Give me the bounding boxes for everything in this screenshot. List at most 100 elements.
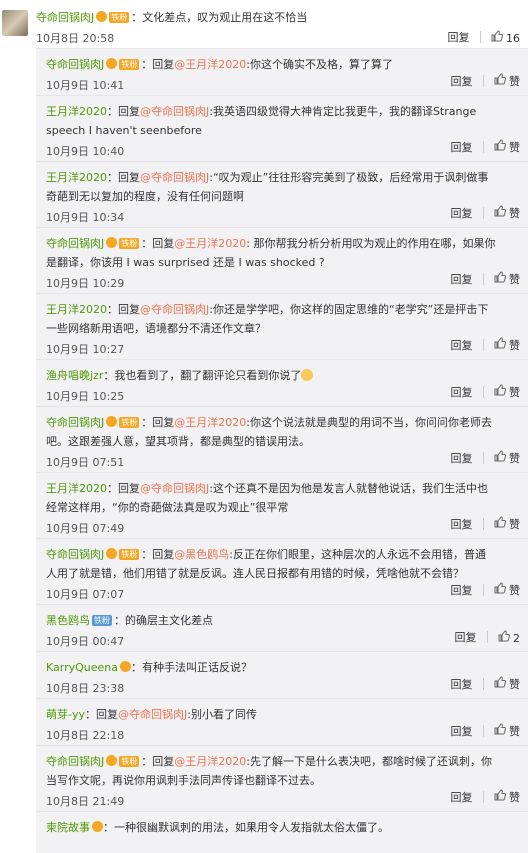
mention-link[interactable]: @夺命回锅肉J [140, 171, 209, 184]
reply-item: 夺命回锅肉J 铁粉 ：回复@王月洋2020:你这个确实不及格，算了算了 10月9日 1… [36, 48, 528, 95]
main-comment-line: 夺命回锅肉J 铁粉 ：文化差点，叹为观止用在这不恰当 [36, 9, 307, 25]
like-button[interactable]: 赞 [494, 676, 520, 692]
divider [482, 725, 484, 737]
like-button[interactable]: 赞 [494, 73, 520, 89]
reply-text: 夺命回锅肉J 铁粉 ：回复@王月洋2020: 那你帮我分析分析用叹为观止的作用在哪，… [46, 234, 496, 272]
reply-button[interactable]: 回复 [451, 139, 473, 155]
mention-link[interactable]: @夺命回锅肉J [140, 303, 209, 316]
fan-badge: 铁粉 [109, 12, 130, 23]
reply-button[interactable]: 回复 [451, 789, 473, 805]
comment-text: ：文化差点，叹为观止用在这不恰当 [131, 11, 308, 24]
mention-link[interactable]: @王月洋2020 [174, 58, 246, 71]
divider [482, 452, 484, 464]
vip-icon [96, 11, 108, 22]
like-button[interactable]: 赞 [494, 139, 520, 155]
reply-button[interactable]: 回复 [451, 516, 473, 532]
reply-username[interactable]: 夺命回锅肉J [46, 237, 104, 250]
reply-text: 王月洋2020：回复@夺命回锅肉J:我英语四级觉得大神肯定比我更牛，我的翻译St… [46, 102, 496, 140]
reply-button[interactable]: 回复 [451, 384, 473, 400]
reply-username[interactable]: 萌芽-yy [46, 708, 85, 721]
reply-actions: 回复 赞 [451, 450, 520, 466]
thumb-up-icon [491, 29, 503, 41]
like-button[interactable]: 赞 [494, 723, 520, 739]
thumb-up-icon [494, 139, 506, 151]
reply-item: 王月洋2020：回复@夺命回锅肉J:我英语四级觉得大神肯定比我更牛，我的翻译St… [36, 95, 528, 161]
like-button[interactable]: 赞 [494, 205, 520, 221]
mention-link[interactable]: @夺命回锅肉J [140, 482, 209, 495]
mention-link[interactable]: @王月洋2020 [174, 237, 246, 250]
reply-button[interactable]: 回复 [451, 73, 473, 89]
reply-prefix: ：我也看到了，翻了翻评论只看到你说了 [103, 369, 302, 382]
like-button[interactable]: 16 [491, 29, 520, 45]
reply-actions: 回复 赞 [451, 139, 520, 155]
thumb-up-icon [494, 582, 506, 594]
reply-text: 柬院故事 ：一种很幽默讽刺的用法，如果用令人发指就太俗太僵了。 [46, 818, 496, 837]
reply-item: 夺命回锅肉J 铁粉 ：回复@王月洋2020:先了解一下是什么表决吧，都啥时候了还讽刺… [36, 745, 528, 811]
divider [482, 339, 484, 351]
like-button[interactable]: 赞 [494, 384, 520, 400]
reply-button[interactable]: 回复 [451, 723, 473, 739]
reply-actions: 回复 赞 [451, 723, 520, 739]
reply-actions: 回复 赞 [451, 384, 520, 400]
reply-username[interactable]: 王月洋2020 [46, 171, 107, 184]
thumb-up-icon [494, 337, 506, 349]
reply-username[interactable]: 夺命回锅肉J [46, 755, 104, 768]
like-button[interactable]: 赞 [494, 582, 520, 598]
thumb-up-icon [494, 73, 506, 85]
like-label: 赞 [509, 141, 520, 154]
reply-prefix: ：回复 [85, 708, 118, 721]
emoji-icon [301, 369, 314, 381]
reply-username[interactable]: 黑色鸥鸟 [46, 614, 90, 627]
like-button[interactable]: 赞 [494, 450, 520, 466]
reply-username[interactable]: KarryQueena [46, 661, 118, 674]
mention-link[interactable]: @黑色鸥鸟 [174, 548, 229, 561]
reply-prefix: ：回复 [141, 416, 175, 429]
vip-icon [92, 821, 103, 832]
reply-username[interactable]: 夺命回锅肉J [46, 548, 104, 561]
fan-badge: 铁粉 [119, 238, 140, 249]
like-label: 2 [513, 631, 520, 645]
like-label: 赞 [509, 452, 520, 465]
mention-link[interactable]: @夺命回锅肉J [118, 708, 187, 721]
like-button[interactable]: 赞 [494, 271, 520, 287]
comment-username[interactable]: 夺命回锅肉J [36, 11, 94, 24]
like-button[interactable]: 赞 [494, 789, 520, 805]
like-button[interactable]: 2 [498, 629, 520, 645]
divider [482, 273, 484, 285]
vip-icon [106, 237, 118, 248]
vip-icon [106, 548, 118, 559]
reply-username[interactable]: 夺命回锅肉J [46, 416, 104, 429]
reply-actions: 回复 赞 [451, 676, 520, 692]
reply-username[interactable]: 夺命回锅肉J [46, 58, 104, 71]
avatar[interactable] [2, 10, 28, 36]
reply-button[interactable]: 回复 [451, 205, 473, 221]
reply-username[interactable]: 渔舟唱晚jzr [46, 369, 103, 382]
reply-item: 黑色鸥鸟 铁粉 ：的确层主文化差点 10月9日 00:47 回复 2 [36, 604, 528, 651]
reply-username[interactable]: 柬院故事 [46, 821, 90, 834]
reply-text: KarryQueena ：有种手法叫正话反说？ [46, 658, 496, 677]
reply-button[interactable]: 回复 [451, 582, 473, 598]
reply-username[interactable]: 王月洋2020 [46, 303, 107, 316]
reply-button[interactable]: 回复 [451, 450, 473, 466]
reply-button[interactable]: 回复 [451, 271, 473, 287]
reply-prefix: ：回复 [107, 482, 140, 495]
like-label: 赞 [509, 386, 520, 399]
reply-text: 夺命回锅肉J 铁粉 ：回复@王月洋2020:你这个说法就是典型的用词不当，你问问你老… [46, 413, 496, 451]
mention-link[interactable]: @王月洋2020 [174, 416, 246, 429]
mention-link[interactable]: @王月洋2020 [174, 755, 246, 768]
like-label: 赞 [509, 725, 520, 738]
reply-button[interactable]: 回复 [451, 676, 473, 692]
mention-link[interactable]: @夺命回锅肉J [140, 105, 209, 118]
divider [482, 207, 484, 219]
like-label: 赞 [509, 584, 520, 597]
reply-button[interactable]: 回复 [455, 629, 477, 645]
like-button[interactable]: 赞 [494, 337, 520, 353]
like-label: 赞 [509, 518, 520, 531]
like-button[interactable]: 赞 [494, 516, 520, 532]
reply-button[interactable]: 回复 [451, 337, 473, 353]
reply-button[interactable]: 回复 [448, 29, 470, 45]
reply-item: 夺命回锅肉J 铁粉 ：回复@王月洋2020:你这个说法就是典型的用词不当，你问问你老… [36, 406, 528, 472]
reply-username[interactable]: 王月洋2020 [46, 482, 107, 495]
reply-username[interactable]: 王月洋2020 [46, 105, 107, 118]
reply-prefix: ：回复 [107, 105, 140, 118]
